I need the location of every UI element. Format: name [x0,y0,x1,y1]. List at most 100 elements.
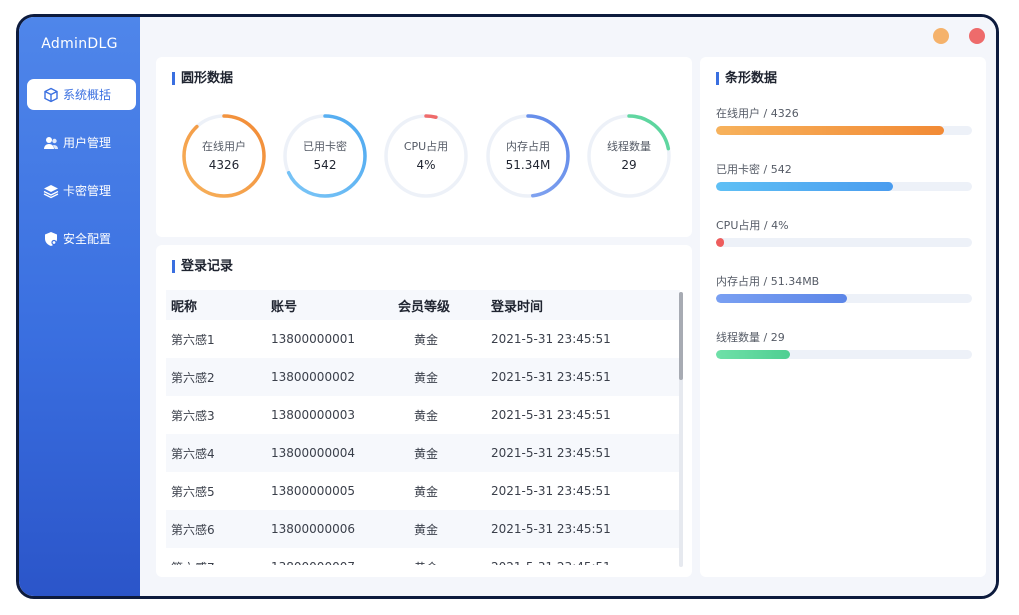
cell-account: 13800000006 [271,522,355,536]
app-window: AdminDLG 系统概括 用户管理 卡密管理 安全配置 圆形数据 在线用户 4… [16,14,999,599]
cell-account: 13800000001 [271,332,355,346]
column-header-account[interactable]: 账号 [271,296,297,315]
ring-gauge: 已用卡密 542 [281,112,369,200]
bar-track [716,182,972,191]
sidebar-item-users[interactable]: 用户管理 [27,127,136,158]
cell-account: 13800000007 [271,560,355,565]
cell-level: 黄金 [414,370,439,385]
layers-icon [43,183,59,199]
ring-label: 内存占用 [506,140,550,153]
bar-item: 线程数量 / 29 [716,331,972,359]
cell-nickname: 第六感7 [171,559,215,566]
cell-level: 黄金 [414,408,439,423]
cell-account: 13800000004 [271,446,355,460]
bar-label: CPU占用 / 4% [716,219,789,232]
sidebar-item-label: 系统概括 [63,88,112,102]
ring-section-title: 圆形数据 [172,72,233,85]
cell-login-time: 2021-5-31 23:45:51 [491,370,611,384]
ring-value: 51.34M [505,158,551,172]
cell-login-time: 2021-5-31 23:45:51 [491,522,611,536]
ring-value: 4% [416,158,436,172]
bar-track [716,350,972,359]
bar-data-card: 条形数据 在线用户 / 4326 已用卡密 / 542 CPU占用 / 4% 内存占用… [700,57,986,577]
table-row[interactable]: 第六感7 13800000007 黄金 2021-5-31 23:45:51 [166,548,680,565]
ring-track [384,114,468,198]
table-row[interactable]: 第六感1 13800000001 黄金 2021-5-31 23:45:51 [166,320,680,358]
ring-value: 4326 [208,158,240,172]
ring-data-card: 圆形数据 在线用户 4326 已用卡密 542 CPU占用 4% 内存占用 51.34M 线程数… [156,57,692,237]
sidebar-item-label: 用户管理 [63,136,112,150]
cell-login-time: 2021-5-31 23:45:51 [491,408,611,422]
ring-gauge: CPU占用 4% [382,112,470,200]
ring-label: 已用卡密 [303,140,347,153]
bar-fill [716,126,944,135]
ring-gauge: 线程数量 29 [585,112,673,200]
cell-account: 13800000005 [271,484,355,498]
bar-track [716,294,972,303]
table-row[interactable]: 第六感2 13800000002 黄金 2021-5-31 23:45:51 [166,358,680,396]
sidebar-item-label: 安全配置 [63,232,112,246]
login-records-card: 登录记录 昵称 账号 会员等级 登录时间 第六感1 13800000001 黄金 20… [156,245,692,577]
bar-section-title: 条形数据 [716,72,777,85]
cell-nickname: 第六感3 [171,408,215,423]
ring-label: 线程数量 [607,140,651,153]
sidebar-item-overview[interactable]: 系统概括 [27,79,136,110]
cell-nickname: 第六感1 [171,332,215,347]
cell-nickname: 第六感4 [171,446,215,461]
sidebar-item-security[interactable]: 安全配置 [27,223,136,254]
bar-track [716,238,972,247]
table-row[interactable]: 第六感6 13800000006 黄金 2021-5-31 23:45:51 [166,510,680,548]
login-section-title: 登录记录 [172,260,233,273]
ring-gauge: 内存占用 51.34M [484,112,572,200]
cell-level: 黄金 [414,332,439,347]
app-title: AdminDLG [41,36,118,52]
cell-level: 黄金 [414,559,438,566]
users-icon [43,135,59,151]
column-header-login-time[interactable]: 登录时间 [491,296,543,315]
bar-fill [716,294,847,303]
bar-label: 已用卡密 / 542 [716,163,792,176]
cube-icon [43,87,59,103]
table-header: 昵称 账号 会员等级 登录时间 [166,290,680,320]
column-header-nickname[interactable]: 昵称 [171,296,197,315]
table-scrollbar[interactable] [679,292,683,567]
bar-fill [716,182,893,191]
ring-label: 在线用户 [202,140,246,153]
ring-label: CPU占用 [403,140,449,153]
cell-account: 13800000003 [271,408,355,422]
bar-label: 线程数量 / 29 [716,331,785,344]
bar-fill [716,238,724,247]
cell-account: 13800000002 [271,370,355,384]
table-row[interactable]: 第六感3 13800000003 黄金 2021-5-31 23:45:51 [166,396,680,434]
sidebar-item-label: 卡密管理 [63,184,112,198]
cell-nickname: 第六感6 [171,522,215,537]
bar-item: 已用卡密 / 542 [716,163,972,191]
ring-gauge: 在线用户 4326 [180,112,268,200]
ring-value: 29 [621,158,637,172]
cell-level: 黄金 [414,484,439,499]
minimize-button[interactable] [933,28,949,44]
scrollbar-thumb[interactable] [679,292,683,380]
main-content: 圆形数据 在线用户 4326 已用卡密 542 CPU占用 4% 内存占用 51.34M 线程数… [140,17,996,596]
table-row[interactable]: 第六感5 13800000005 黄金 2021-5-31 23:45:51 [166,472,680,510]
cell-nickname: 第六感2 [171,370,215,385]
bar-label: 在线用户 / 4326 [716,107,799,120]
sidebar: AdminDLG 系统概括 用户管理 卡密管理 安全配置 [19,17,140,596]
close-button[interactable] [969,28,985,44]
sidebar-item-cards[interactable]: 卡密管理 [27,175,136,206]
ring-progress [182,114,266,198]
bar-track [716,126,972,135]
bar-item: 内存占用 / 51.34MB [716,275,972,303]
table-row[interactable]: 第六感4 13800000004 黄金 2021-5-31 23:45:51 [166,434,680,472]
cell-login-time: 2021-5-31 23:45:51 [491,560,611,565]
bar-label: 内存占用 / 51.34MB [716,275,820,288]
table-body: 第六感1 13800000001 黄金 2021-5-31 23:45:51 第六感2 1… [166,320,680,565]
cell-login-time: 2021-5-31 23:45:51 [491,332,611,346]
column-header-level[interactable]: 会员等级 [398,296,450,315]
shield-icon [43,231,59,247]
bar-item: CPU占用 / 4% [716,219,972,247]
cell-login-time: 2021-5-31 23:45:51 [491,484,611,498]
cell-level: 黄金 [414,522,439,537]
cell-login-time: 2021-5-31 23:45:51 [491,446,611,460]
ring-value: 542 [313,158,337,172]
